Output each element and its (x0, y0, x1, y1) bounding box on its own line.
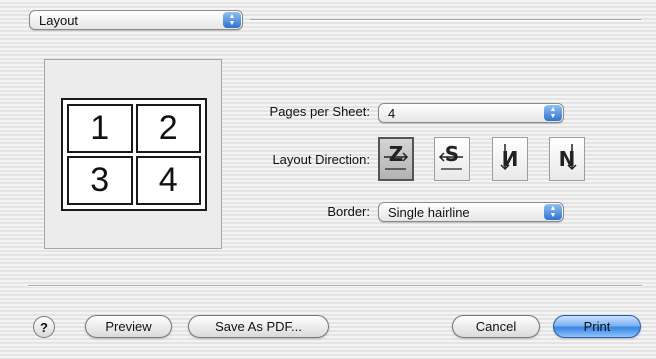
layout-preview: 1 2 3 4 (44, 59, 222, 249)
preview-button[interactable]: Preview (85, 315, 172, 338)
pages-per-sheet-label: Pages per Sheet: (269, 104, 370, 119)
direction-n-mirror-button[interactable]: N (492, 137, 528, 181)
panel-select-value: Layout (39, 13, 79, 28)
direction-s-button[interactable]: S (434, 137, 470, 181)
top-separator (250, 19, 641, 21)
n-top-down-mirrored-icon: N (500, 144, 518, 171)
border-value: Single hairline (388, 205, 470, 220)
direction-n-button[interactable]: N (549, 137, 585, 181)
popup-arrows-icon: ▲ ▼ (544, 105, 562, 121)
z-left-to-right-icon: Z (384, 142, 409, 170)
panel-select[interactable]: Layout ▲ ▼ (29, 10, 243, 30)
preview-page-3: 3 (67, 156, 133, 205)
bottom-separator (28, 285, 642, 287)
popup-arrows-icon: ▲ ▼ (544, 204, 562, 220)
svg-text:S: S (445, 142, 459, 166)
layout-direction-label: Layout Direction: (272, 152, 370, 167)
border-select[interactable]: Single hairline ▲ ▼ (378, 202, 564, 222)
popup-arrows-icon: ▲ ▼ (223, 12, 241, 28)
preview-page-1: 1 (67, 104, 133, 153)
save-as-pdf-button[interactable]: Save As PDF... (188, 315, 329, 338)
help-button[interactable]: ? (33, 316, 55, 338)
print-button[interactable]: Print (553, 315, 641, 338)
svg-text:Z: Z (389, 142, 404, 166)
s-right-to-left-icon: S (438, 142, 463, 170)
preview-page-4: 4 (135, 156, 201, 205)
pages-per-sheet-value: 4 (388, 106, 396, 121)
preview-sheet: 1 2 3 4 (61, 98, 207, 211)
preview-page-2: 2 (135, 104, 201, 153)
border-label: Border: (327, 204, 370, 219)
n-top-down-icon: N (559, 144, 577, 171)
direction-z-button[interactable]: Z (378, 137, 414, 181)
pages-per-sheet-select[interactable]: 4 ▲ ▼ (378, 103, 564, 123)
cancel-button[interactable]: Cancel (452, 315, 540, 338)
